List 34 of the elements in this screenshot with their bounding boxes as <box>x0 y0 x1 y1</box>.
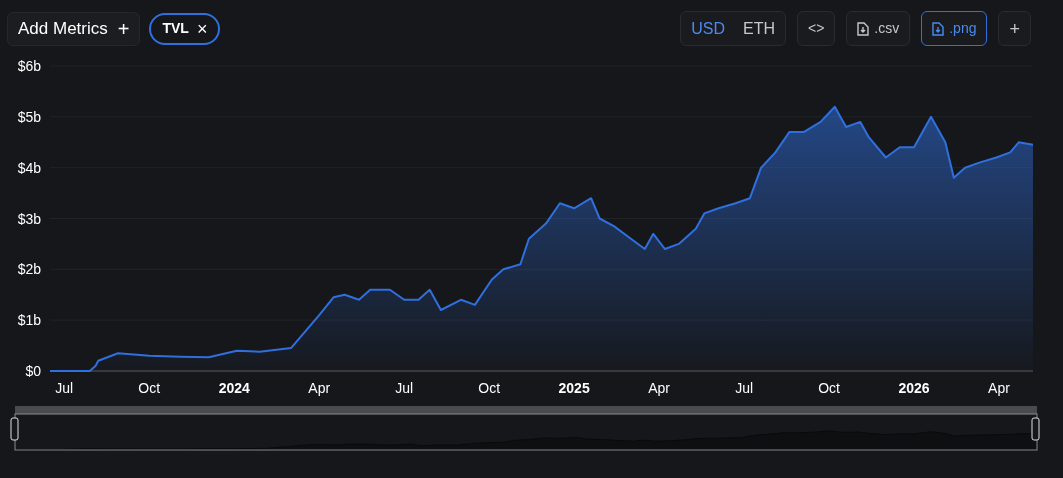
x-axis-label: Oct <box>138 380 161 396</box>
y-axis-label: $6b <box>17 58 41 74</box>
y-axis-label: $3b <box>17 210 41 227</box>
y-axis-label: $2b <box>17 261 41 278</box>
x-axis-label: 2024 <box>218 380 250 396</box>
x-axis-label: Jul <box>55 380 74 396</box>
download-button[interactable]: .png <box>921 11 988 46</box>
x-axis-label: Jul <box>735 380 754 396</box>
add-button[interactable]: + <box>998 11 1031 46</box>
navigator-window[interactable] <box>14 413 1038 451</box>
range-handle[interactable] <box>1031 417 1040 441</box>
y-axis-label: $1b <box>17 312 41 329</box>
x-axis-label: Oct <box>818 380 840 396</box>
embed-button[interactable]: <> <box>797 11 836 46</box>
y-axis-label: $4b <box>17 159 41 176</box>
x-axis-label: 2026 <box>898 380 930 396</box>
file-download-icon <box>857 21 870 36</box>
download-button[interactable]: .csv <box>846 11 911 46</box>
metric-chip[interactable]: TVL × <box>149 12 221 45</box>
y-axis-label: $5b <box>17 108 41 125</box>
x-axis-label: Apr <box>988 380 1010 396</box>
add-metrics-button[interactable]: Add Metrics + <box>7 11 141 46</box>
range-handle[interactable] <box>10 417 19 441</box>
x-axis-label: Apr <box>308 380 331 396</box>
currency-tab[interactable]: ETH <box>743 16 775 41</box>
x-axis-label: Apr <box>648 380 670 396</box>
navigator-scrollbar[interactable] <box>15 406 1037 414</box>
file-download-icon <box>932 21 945 36</box>
y-axis-label: $0 <box>25 363 41 379</box>
x-axis-label: Jul <box>395 380 414 396</box>
currency-tab[interactable]: USD <box>691 16 725 41</box>
x-axis-label: Oct <box>478 380 501 396</box>
currency-toggle[interactable]: USD ETH <box>680 11 786 46</box>
x-axis-label: 2025 <box>558 380 590 396</box>
